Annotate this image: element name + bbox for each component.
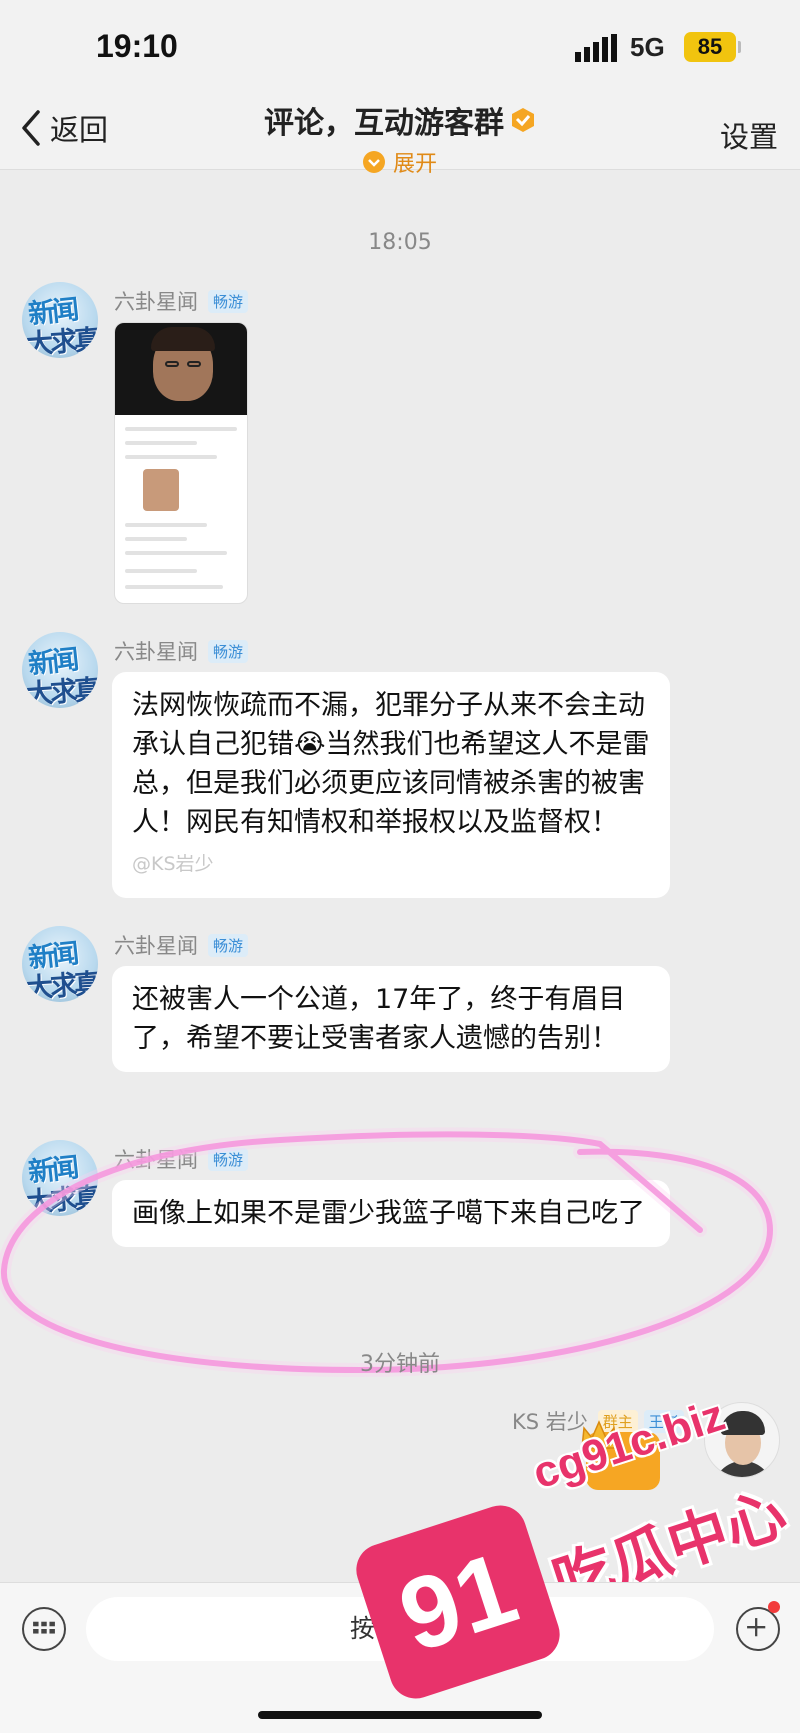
portrait-thumbnail	[151, 327, 215, 401]
message-text: 还被害人一个公道，17年了，终于有眉目了，希望不要让受害者家人遗憾的告别！	[132, 984, 626, 1054]
sender-name-row: 六卦星闻 畅游	[114, 930, 249, 960]
message-bubble[interactable]: 还被害人一个公道，17年了，终于有眉目了，希望不要让受害者家人遗憾的告别！	[112, 966, 670, 1072]
screenshot-line	[125, 585, 223, 589]
title-area: 评论，互动游客群 展开	[0, 96, 800, 178]
screenshot-line	[125, 569, 197, 573]
message-text: 画像上如果不是雷少我篮子噶下来自己吃了	[132, 1198, 645, 1229]
voice-keyboard-toggle-icon[interactable]	[22, 1607, 66, 1651]
home-indicator[interactable]	[258, 1711, 542, 1719]
timestamp: 18:05	[368, 230, 432, 255]
screenshot-line	[125, 441, 197, 445]
screenshot-line	[125, 427, 237, 431]
sender-name-row: 六卦星闻 畅游	[114, 286, 249, 316]
sender-name-row: 六卦星闻 畅游	[114, 1144, 249, 1174]
self-sender-name: KS 岩少	[512, 1410, 588, 1434]
sender-name-row: 六卦星闻 畅游	[114, 636, 249, 666]
verified-badge-icon	[512, 108, 534, 132]
timestamp: 3分钟前	[360, 1352, 440, 1377]
avatar-logo-line2: 大求真	[25, 674, 98, 708]
network-type: 5G	[630, 32, 665, 62]
avatar-logo-line2: 大求真	[25, 968, 98, 1002]
status-bar: 19:10 5G 85	[0, 0, 800, 96]
signal-icon	[575, 34, 617, 62]
group-title-text: 评论，互动游客群	[264, 106, 504, 141]
notification-dot	[768, 1601, 780, 1613]
screenshot-line	[125, 455, 217, 459]
sender-avatar[interactable]: 新闻 大求真	[22, 282, 98, 358]
message-bubble[interactable]: 法网恢恢疏而不漏，犯罪分子从来不会主动承认自己犯错😭当然我们也希望这人不是雷总，…	[112, 672, 670, 898]
screenshot-line	[125, 523, 207, 527]
sender-avatar[interactable]: 新闻 大求真	[22, 632, 98, 708]
battery-tip	[738, 41, 741, 53]
expand-icon	[362, 151, 385, 173]
member-tag: 畅游	[208, 639, 249, 663]
sender-name: 六卦星闻	[114, 640, 198, 664]
group-title[interactable]: 评论，互动游客群	[264, 98, 536, 142]
weibo-watermark: @KS岩少	[132, 853, 214, 875]
settings-button[interactable]: 设置	[720, 114, 778, 156]
expand-label: 展开	[392, 152, 437, 177]
battery-icon: 85	[684, 32, 736, 62]
screenshot-line	[125, 537, 187, 541]
sender-avatar[interactable]: 新闻 大求真	[22, 1140, 98, 1216]
plus-icon[interactable]	[736, 1607, 780, 1651]
image-photo	[115, 323, 247, 415]
avatar-logo-line2: 大求真	[25, 1182, 98, 1216]
message-text: 法网恢恢疏而不漏，犯罪分子从来不会主动承认自己犯错😭当然我们也希望这人不是雷总，…	[132, 690, 650, 838]
member-tag: 畅游	[208, 933, 249, 957]
sender-name: 六卦星闻	[114, 934, 198, 958]
member-tag: 畅游	[208, 1147, 249, 1171]
message-bubble[interactable]: 画像上如果不是雷少我篮子噶下来自己吃了	[112, 1180, 670, 1247]
sender-avatar[interactable]: 新闻 大求真	[22, 926, 98, 1002]
expand-button[interactable]: 展开	[362, 146, 437, 178]
sender-name: 六卦星闻	[114, 1148, 198, 1172]
status-time: 19:10	[96, 28, 178, 64]
sender-name: 六卦星闻	[114, 290, 198, 314]
screenshot-portrait	[143, 469, 179, 511]
avatar-logo-line2: 大求真	[25, 324, 98, 358]
chat-header: 返回 评论，互动游客群 展开 设置	[0, 96, 800, 177]
image-message[interactable]	[114, 322, 248, 604]
screenshot-line	[125, 551, 227, 555]
member-tag: 畅游	[208, 289, 249, 313]
